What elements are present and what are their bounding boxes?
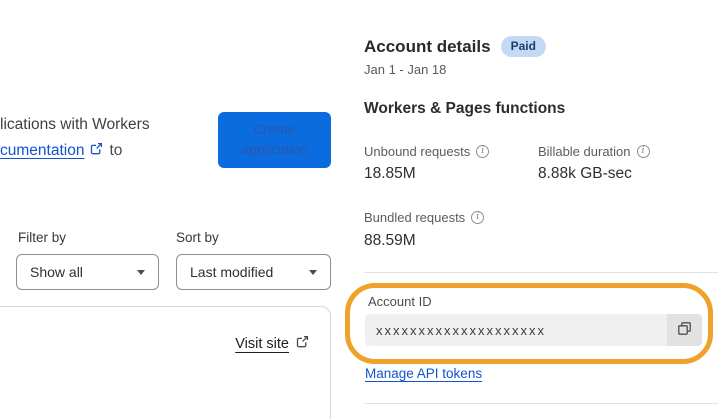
billable-duration-value: 8.88k GB-sec [538, 165, 632, 182]
intro-text-line2: cumentation to [0, 142, 122, 160]
chevron-down-icon [309, 269, 317, 275]
functions-section-heading: Workers & Pages functions [364, 100, 566, 117]
chevron-down-icon [137, 269, 145, 275]
account-details-panel: Account details Paid Jan 1 - Jan 18 Work… [345, 0, 718, 419]
sort-dropdown-value: Last modified [190, 264, 274, 280]
info-icon[interactable]: i [476, 145, 490, 158]
bundled-requests-value: 88.59M [364, 232, 416, 249]
billable-duration-label: Billable duration i [538, 144, 650, 159]
date-range: Jan 1 - Jan 18 [364, 62, 447, 77]
bundled-requests-label: Bundled requests i [364, 210, 485, 225]
unbound-requests-label: Unbound requests i [364, 144, 490, 159]
account-id-label: Account ID [368, 294, 432, 309]
external-link-icon [90, 142, 103, 160]
intro-text-tail: to [109, 142, 123, 159]
info-icon[interactable]: i [636, 145, 650, 158]
account-details-header: Account details Paid [364, 36, 546, 57]
divider [364, 272, 718, 273]
copy-icon [677, 321, 692, 339]
account-id-input[interactable] [365, 314, 667, 346]
divider [364, 403, 718, 404]
visit-site-label: Visit site [235, 335, 289, 352]
account-details-title: Account details [364, 36, 491, 56]
info-icon[interactable]: i [471, 211, 485, 224]
copy-button[interactable] [667, 314, 702, 346]
intro-text-line1: lications with Workers [0, 116, 150, 133]
filter-dropdown[interactable]: Show all [16, 254, 159, 290]
documentation-link[interactable]: cumentation [0, 142, 84, 160]
filter-by-label: Filter by [18, 230, 67, 245]
project-card: Visit site [0, 306, 331, 419]
filter-dropdown-value: Show all [30, 264, 83, 280]
external-link-icon [296, 335, 309, 352]
visit-site-link[interactable]: Visit site [235, 335, 309, 352]
manage-api-tokens-link[interactable]: Manage API tokens [365, 366, 482, 381]
sort-by-label: Sort by [176, 230, 219, 245]
paid-plan-badge: Paid [500, 36, 546, 57]
unbound-requests-value: 18.85M [364, 165, 416, 182]
create-application-button[interactable]: Create application [218, 112, 331, 168]
dashboard-screen: lications with Workers cumentation to Cr… [0, 0, 718, 419]
sort-dropdown[interactable]: Last modified [176, 254, 331, 290]
account-id-field-group [365, 314, 702, 346]
